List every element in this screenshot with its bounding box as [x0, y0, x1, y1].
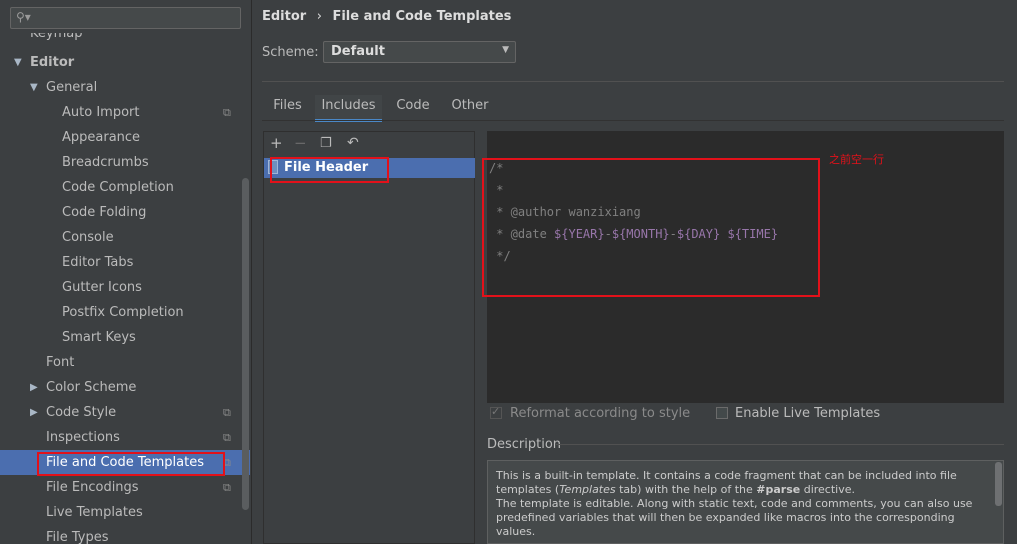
expand-arrow-icon[interactable]: ▼ — [14, 50, 22, 75]
separator — [262, 81, 1004, 82]
breadcrumb-separator-icon: › — [316, 9, 322, 24]
sidebar-item-editor[interactable]: ▼ Editor — [0, 50, 250, 75]
sidebar-item-label: Breadcrumbs — [62, 155, 149, 170]
breadcrumb: Editor › File and Code Templates — [262, 9, 511, 24]
sidebar-item-label: Appearance — [62, 130, 141, 145]
sidebar-item-file-encodings[interactable]: File Encodings ⧉ — [0, 475, 250, 500]
scheme-select[interactable]: Default ▼ — [323, 41, 516, 63]
scheme-value: Default — [331, 44, 385, 59]
sidebar-item-console[interactable]: Console — [0, 225, 250, 250]
sidebar-item-label: Code Completion — [62, 180, 174, 195]
chevron-down-icon: ▼ — [502, 45, 509, 55]
tab-files[interactable]: Files — [266, 95, 309, 119]
sidebar-item-auto-import[interactable]: Auto Import ⧉ — [0, 100, 250, 125]
description-text-3: directive. — [800, 483, 855, 496]
sidebar-item-file-types[interactable]: File Types — [0, 525, 250, 544]
sidebar-item-label: Color Scheme — [46, 380, 137, 395]
reformat-label: Reformat according to style — [510, 406, 691, 421]
sidebar-item-font[interactable]: Font — [0, 350, 250, 375]
sidebar-item-label: Code Style — [46, 405, 117, 420]
sidebar-item-smart-keys[interactable]: Smart Keys — [0, 325, 250, 350]
sidebar-item-general[interactable]: ▼ General — [0, 75, 250, 100]
sidebar-item-label: Editor — [30, 55, 75, 70]
sidebar-item-label: File Encodings — [46, 480, 139, 495]
copy-settings-icon: ⧉ — [223, 106, 231, 119]
sidebar-item-label: Live Templates — [46, 505, 143, 520]
sidebar-item-color-scheme[interactable]: ▶ Color Scheme — [0, 375, 250, 400]
description-label: Description — [487, 437, 562, 452]
sidebar-item-breadcrumbs[interactable]: Breadcrumbs — [0, 150, 250, 175]
sidebar-item-appearance[interactable]: Appearance — [0, 125, 250, 150]
expand-arrow-icon[interactable]: ▼ — [30, 75, 38, 100]
tab-code[interactable]: Code — [388, 95, 438, 119]
sidebar-item-label: Editor Tabs — [62, 255, 134, 270]
annotation-note: 之前空一行 — [829, 153, 884, 166]
highlight-box-sidebar — [37, 452, 225, 476]
add-icon[interactable]: + — [270, 134, 283, 152]
sidebar-item-label: Gutter Icons — [62, 280, 142, 295]
sidebar-item-label: Smart Keys — [62, 330, 136, 345]
sidebar-item-label: Auto Import — [62, 105, 140, 120]
sidebar-item-label: Code Folding — [62, 205, 147, 220]
tab-includes[interactable]: Includes — [315, 95, 382, 122]
sidebar-item-label: Postfix Completion — [62, 305, 184, 320]
sidebar-item-code-folding[interactable]: Code Folding — [0, 200, 250, 225]
live-templates-label: Enable Live Templates — [735, 406, 881, 421]
settings-search-input[interactable]: ⚲▾ — [10, 7, 241, 29]
page-title: File and Code Templates — [332, 9, 512, 24]
sidebar-item-label: Keymap — [30, 33, 83, 41]
sidebar-item-gutter-icons[interactable]: Gutter Icons — [0, 275, 250, 300]
tabs-separator — [262, 120, 1004, 121]
sidebar-item-label: Inspections — [46, 430, 120, 445]
template-toolbar: + − ❐ ↶ — [263, 131, 475, 157]
description-text-2: tab) with the help of the — [615, 483, 757, 496]
copy-icon[interactable]: ❐ — [320, 136, 332, 151]
sidebar-scrollbar[interactable] — [242, 178, 249, 510]
highlight-box-editor — [482, 158, 820, 297]
description-parse: #parse — [756, 483, 801, 496]
live-templates-checkbox[interactable] — [716, 407, 728, 419]
search-icon: ⚲▾ — [16, 10, 31, 24]
sidebar-item-keymap[interactable]: Keymap — [0, 33, 250, 47]
sidebar-item-live-templates[interactable]: Live Templates — [0, 500, 250, 525]
copy-settings-icon: ⧉ — [223, 481, 231, 494]
reset-icon[interactable]: ↶ — [347, 135, 359, 151]
sidebar-item-label: Console — [62, 230, 114, 245]
checkmark-icon: ✓ — [491, 405, 501, 418]
sidebar-item-label: General — [46, 80, 98, 95]
collapse-arrow-icon[interactable]: ▶ — [30, 375, 38, 400]
description-separator — [556, 444, 1004, 445]
sidebar-item-inspections[interactable]: Inspections ⧉ — [0, 425, 250, 450]
description-box: This is a built-in template. It contains… — [487, 460, 1004, 544]
sidebar-item-code-style[interactable]: ▶ Code Style ⧉ — [0, 400, 250, 425]
sidebar-item-label: Font — [46, 355, 75, 370]
scheme-label: Scheme: — [262, 45, 319, 60]
highlight-box-list — [270, 157, 389, 183]
breadcrumb-root[interactable]: Editor — [262, 9, 306, 24]
sidebar-item-editor-tabs[interactable]: Editor Tabs — [0, 250, 250, 275]
description-text-4: The template is editable. Along with sta… — [496, 497, 973, 538]
sidebar-item-postfix-completion[interactable]: Postfix Completion — [0, 300, 250, 325]
remove-icon[interactable]: − — [294, 134, 307, 152]
description-scrollbar[interactable] — [995, 462, 1002, 506]
description-templates-link: Templates — [559, 483, 616, 496]
reformat-checkbox[interactable]: ✓ — [490, 405, 502, 419]
copy-settings-icon: ⧉ — [223, 431, 231, 444]
copy-settings-icon: ⧉ — [223, 406, 231, 419]
sidebar-item-code-completion[interactable]: Code Completion — [0, 175, 250, 200]
template-list — [263, 131, 475, 544]
sidebar-item-label: File Types — [46, 530, 109, 544]
tab-other[interactable]: Other — [446, 95, 494, 119]
collapse-arrow-icon[interactable]: ▶ — [30, 400, 38, 425]
